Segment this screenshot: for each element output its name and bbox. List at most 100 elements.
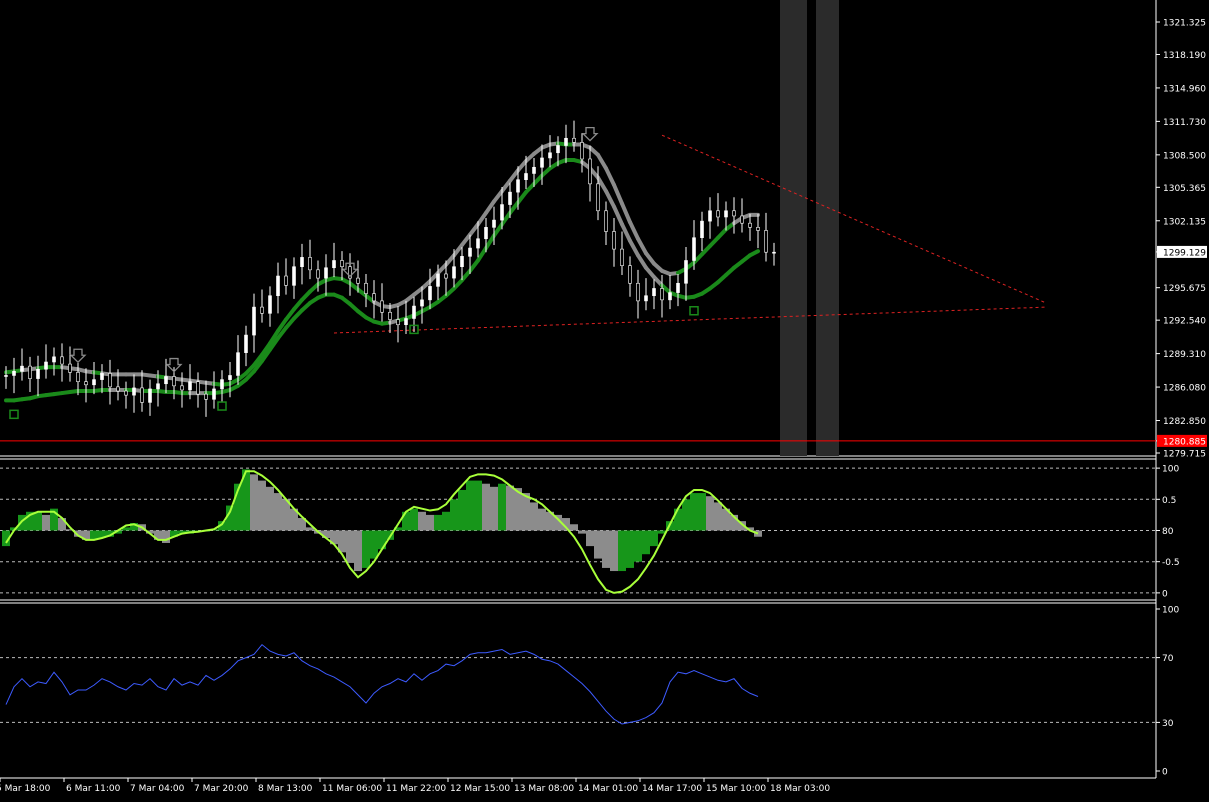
price-label: 1302.135 — [1163, 217, 1206, 227]
time-label: 7 Mar 20:00 — [194, 784, 249, 794]
candle-body — [692, 237, 696, 261]
time-label: 11 Mar 06:00 — [322, 784, 382, 794]
price-label: 1308.500 — [1163, 151, 1206, 161]
shade-zone — [816, 0, 839, 456]
candle-body — [260, 306, 264, 314]
price-label: 1282.850 — [1163, 417, 1206, 427]
buy-arrow-icon — [9, 409, 19, 420]
candle-body — [4, 375, 8, 377]
lower-band-segment — [748, 249, 760, 258]
lower-band-segment — [636, 253, 648, 270]
candle-body — [236, 352, 240, 376]
candle-body — [604, 210, 608, 232]
candle-body — [564, 137, 568, 146]
candle-body — [548, 152, 552, 159]
rsi-panel[interactable] — [0, 643, 1156, 725]
candle-body — [380, 300, 384, 313]
candle-body — [772, 251, 776, 254]
candle-body — [684, 260, 688, 284]
osc-bar — [354, 530, 362, 572]
upper-band-segment — [620, 201, 632, 225]
osc-bar — [522, 493, 530, 531]
candle-body — [212, 388, 216, 400]
osc-bar — [610, 530, 618, 572]
candle-body — [164, 376, 168, 385]
time-label: 12 Mar 15:00 — [450, 784, 510, 794]
candle-body — [660, 288, 664, 301]
price-label: 1279.715 — [1163, 450, 1206, 460]
candle-body — [340, 260, 344, 268]
osc-bar — [538, 508, 546, 531]
upper-band-segment — [476, 210, 488, 227]
candle-body — [116, 386, 120, 392]
candle-body — [44, 361, 48, 370]
osc-label: 0 — [1162, 589, 1168, 599]
candle-body — [492, 219, 496, 228]
sell-arrow-icon — [69, 348, 87, 364]
candle-body — [644, 295, 648, 302]
osc-bar — [258, 480, 266, 531]
osc-bar — [530, 502, 538, 531]
rsi-line — [5, 643, 759, 725]
candle-body — [268, 295, 272, 314]
buy-arrow-icon — [217, 401, 227, 411]
candle-body — [156, 383, 160, 390]
osc-bar — [474, 480, 482, 531]
osc-bar — [370, 530, 378, 559]
time-label: 5 Mar 18:00 — [0, 784, 51, 794]
oscillator-panel[interactable] — [0, 467, 1156, 594]
price-label: 1292.540 — [1163, 317, 1206, 327]
candle-body — [428, 286, 432, 301]
candle-body — [556, 145, 560, 154]
candle-body — [388, 311, 392, 320]
candle-body — [724, 210, 728, 218]
price-label: 1286.080 — [1163, 384, 1206, 394]
candle-body — [580, 142, 584, 160]
candle-body — [124, 390, 128, 396]
candle-body — [620, 248, 624, 266]
candle-body — [716, 210, 720, 218]
lower-band-segment — [476, 246, 488, 263]
candle-body — [228, 375, 232, 380]
candle-body — [444, 273, 448, 279]
candle-body — [276, 275, 280, 297]
candle-body — [508, 191, 512, 205]
trading-chart[interactable]: 1321.325 1318.190 1314.960 1311.730 1308.500… — [0, 0, 1209, 798]
candle-body — [292, 266, 296, 286]
price-label: 1311.730 — [1163, 118, 1206, 128]
upper-band-segment — [596, 152, 608, 171]
candle-body — [204, 393, 208, 400]
candle-body — [404, 318, 408, 326]
chart-canvas[interactable]: 1321.325 1318.190 1314.960 1311.730 1308.500… — [0, 0, 1209, 798]
osc-bar — [410, 508, 418, 531]
osc-bar — [42, 514, 50, 531]
upper-band-segment — [612, 182, 624, 206]
osc-bar — [570, 524, 578, 531]
osc-bar — [338, 530, 346, 553]
osc-bar — [362, 530, 370, 568]
osc-bar — [162, 530, 170, 543]
candle-body — [420, 299, 424, 307]
time-label: 8 Mar 13:00 — [258, 784, 313, 794]
time-label: 13 Mar 08:00 — [514, 784, 574, 794]
osc-bar — [466, 480, 474, 531]
time-label: 18 Mar 03:00 — [770, 784, 830, 794]
candle-body — [108, 373, 112, 388]
lower-band-segment — [620, 222, 632, 243]
candle-body — [676, 282, 680, 293]
candle-body — [516, 179, 520, 193]
candle-body — [332, 260, 336, 269]
osc-bar — [650, 530, 658, 547]
candle-body — [60, 356, 64, 365]
price-label: 1299.129 — [1163, 248, 1206, 258]
osc-bar — [266, 486, 274, 531]
candle-body — [612, 231, 616, 250]
candle-body — [180, 385, 184, 391]
main-panel[interactable] — [0, 0, 1156, 456]
candle-body — [140, 387, 144, 403]
time-label: 15 Mar 10:00 — [706, 784, 766, 794]
candle-body — [244, 334, 248, 353]
candle-body — [364, 282, 368, 294]
candle-body — [436, 273, 440, 287]
shade-zone — [780, 0, 807, 456]
